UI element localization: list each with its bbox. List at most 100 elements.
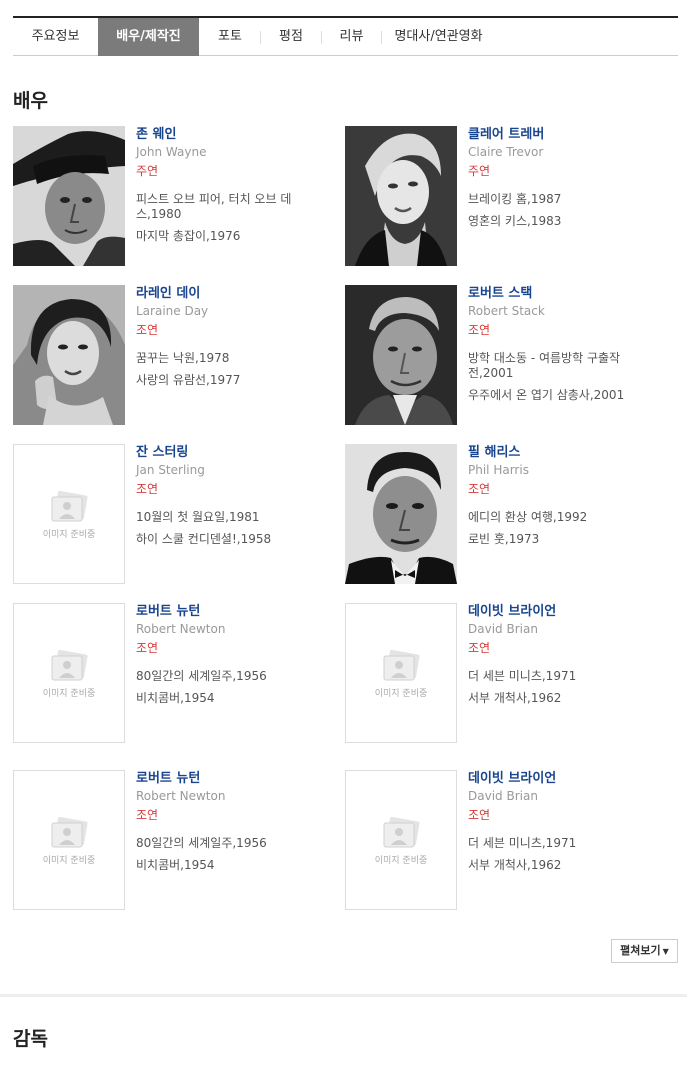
- placeholder-text: 이미지 준비중: [42, 530, 96, 540]
- filmography-item[interactable]: 서부 개척사,1962: [468, 691, 648, 706]
- filmography-item[interactable]: 로빈 훗,1973: [468, 532, 648, 547]
- actor-role: 주연: [468, 164, 491, 178]
- actor-role: 조연: [136, 808, 159, 822]
- section-divider: [0, 994, 687, 997]
- actor-role: 조연: [136, 641, 159, 655]
- filmography-item[interactable]: 우주에서 온 엽기 삼총사,2001: [468, 388, 648, 403]
- actor-name-english: Phil Harris: [468, 463, 529, 477]
- actor-name-english: Jan Sterling: [136, 463, 205, 477]
- actors-section-title: 배우: [13, 90, 48, 112]
- filmography-item[interactable]: 더 세븐 미니츠,1971: [468, 836, 648, 851]
- actor-photo[interactable]: [13, 126, 125, 266]
- actor-info: 필 해리스 Phil Harris 조연 에디의 환상 여행,1992 로빈 훗,…: [468, 444, 648, 554]
- actor-photo[interactable]: [345, 126, 457, 266]
- filmography-item[interactable]: 80일간의 세계일주,1956: [136, 669, 316, 684]
- actor-name[interactable]: 잔 스터링: [136, 444, 316, 461]
- actor-info: 존 웨인 John Wayne 주연 피스트 오브 피어, 터치 오브 데스,1…: [136, 126, 316, 251]
- actor-role: 조연: [468, 482, 491, 496]
- actor-role: 조연: [468, 323, 491, 337]
- filmography-item[interactable]: 10월의 첫 월요일,1981: [136, 510, 316, 525]
- actor-name-english: Laraine Day: [136, 304, 209, 318]
- filmography-item[interactable]: 비치콤버,1954: [136, 691, 316, 706]
- actor-info: 잔 스터링 Jan Sterling 조연 10월의 첫 월요일,1981 하이 …: [136, 444, 316, 554]
- filmography-item[interactable]: 비치콤버,1954: [136, 858, 316, 873]
- actor-photo[interactable]: [345, 444, 457, 584]
- filmography-item[interactable]: 80일간의 세계일주,1956: [136, 836, 316, 851]
- actor-card: 필 해리스 Phil Harris 조연 에디의 환상 여행,1992 로빈 훗,…: [345, 444, 665, 584]
- actor-name[interactable]: 로버트 뉴턴: [136, 603, 316, 620]
- placeholder-text: 이미지 준비중: [374, 856, 428, 866]
- actor-photo-placeholder[interactable]: 이미지 준비중: [13, 770, 125, 910]
- actor-info: 데이빗 브라이언 David Brian 조연 더 세븐 미니츠,1971 서부 …: [468, 770, 648, 880]
- actor-photo-placeholder[interactable]: 이미지 준비중: [345, 770, 457, 910]
- directors-section-title: 감독: [13, 1028, 48, 1050]
- actor-name[interactable]: 데이빗 브라이언: [468, 603, 648, 620]
- filmography-item[interactable]: 사랑의 유람선,1977: [136, 373, 316, 388]
- actor-name-english: David Brian: [468, 789, 538, 803]
- actor-info: 클레어 트레버 Claire Trevor 주연 브레이킹 홈,1987 영혼의 …: [468, 126, 648, 236]
- actor-name[interactable]: 존 웨인: [136, 126, 316, 143]
- placeholder-text: 이미지 준비중: [42, 689, 96, 699]
- actor-photo-placeholder[interactable]: 이미지 준비중: [345, 603, 457, 743]
- actor-info: 라레인 데이 Laraine Day 조연 꿈꾸는 낙원,1978 사랑의 유람선…: [136, 285, 316, 395]
- actor-card: 이미지 준비중 데이빗 브라이언 David Brian 조연 더 세븐 미니츠…: [345, 603, 665, 743]
- image-placeholder-icon: [383, 817, 420, 848]
- actor-photo-placeholder[interactable]: 이미지 준비중: [13, 444, 125, 584]
- actor-card: 클레어 트레버 Claire Trevor 주연 브레이킹 홈,1987 영혼의 …: [345, 126, 665, 266]
- actor-info: 데이빗 브라이언 David Brian 조연 더 세븐 미니츠,1971 서부 …: [468, 603, 648, 713]
- actor-name[interactable]: 로버트 뉴턴: [136, 770, 316, 787]
- filmography-item[interactable]: 방학 대소동 - 여름방학 구출작전,2001: [468, 351, 648, 381]
- placeholder-text: 이미지 준비중: [42, 856, 96, 866]
- actor-info: 로버트 스택 Robert Stack 조연 방학 대소동 - 여름방학 구출작…: [468, 285, 648, 410]
- tab-bar: 주요정보 배우/제작진 포토 평점 리뷰 명대사/연관영화: [13, 16, 678, 56]
- actor-name-english: Robert Newton: [136, 789, 226, 803]
- filmography-item[interactable]: 피스트 오브 피어, 터치 오브 데스,1980: [136, 192, 316, 222]
- actor-info: 로버트 뉴턴 Robert Newton 조연 80일간의 세계일주,1956 비…: [136, 770, 316, 880]
- actor-name-english: David Brian: [468, 622, 538, 636]
- actor-role: 조연: [468, 808, 491, 822]
- actor-role: 조연: [136, 323, 159, 337]
- filmography-item[interactable]: 에디의 환상 여행,1992: [468, 510, 648, 525]
- filmography-item[interactable]: 하이 스쿨 컨디덴셜!,1958: [136, 532, 316, 547]
- actor-name[interactable]: 클레어 트레버: [468, 126, 648, 143]
- tab-review[interactable]: 리뷰: [322, 18, 381, 56]
- actor-photo-placeholder[interactable]: 이미지 준비중: [13, 603, 125, 743]
- actor-role: 주연: [136, 164, 159, 178]
- actor-card: 로버트 스택 Robert Stack 조연 방학 대소동 - 여름방학 구출작…: [345, 285, 665, 425]
- actor-name[interactable]: 데이빗 브라이언: [468, 770, 648, 787]
- image-placeholder-icon: [383, 650, 420, 681]
- actor-photo[interactable]: [345, 285, 457, 425]
- actor-card: 라레인 데이 Laraine Day 조연 꿈꾸는 낙원,1978 사랑의 유람선…: [13, 285, 333, 425]
- filmography-item[interactable]: 마지막 총잡이,1976: [136, 229, 316, 244]
- tab-cast-crew[interactable]: 배우/제작진: [98, 18, 199, 56]
- image-placeholder-icon: [51, 817, 88, 848]
- tab-photo[interactable]: 포토: [199, 18, 261, 56]
- actor-name[interactable]: 로버트 스택: [468, 285, 648, 302]
- actor-card: 존 웨인 John Wayne 주연 피스트 오브 피어, 터치 오브 데스,1…: [13, 126, 333, 266]
- filmography-item[interactable]: 영혼의 키스,1983: [468, 214, 648, 229]
- actor-photo[interactable]: [13, 285, 125, 425]
- tab-rating[interactable]: 평점: [261, 18, 321, 56]
- filmography-item[interactable]: 더 세븐 미니츠,1971: [468, 669, 648, 684]
- actor-info: 로버트 뉴턴 Robert Newton 조연 80일간의 세계일주,1956 비…: [136, 603, 316, 713]
- expand-button[interactable]: 펼쳐보기 ▼: [611, 939, 678, 963]
- actor-name-english: Claire Trevor: [468, 145, 544, 159]
- actor-name[interactable]: 라레인 데이: [136, 285, 316, 302]
- actor-name[interactable]: 필 해리스: [468, 444, 648, 461]
- actor-role: 조연: [468, 641, 491, 655]
- image-placeholder-icon: [51, 650, 88, 681]
- filmography-item[interactable]: 꿈꾸는 낙원,1978: [136, 351, 316, 366]
- actor-card: 이미지 준비중 로버트 뉴턴 Robert Newton 조연 80일간의 세계…: [13, 770, 333, 910]
- tab-quotes-related[interactable]: 명대사/연관영화: [382, 18, 495, 56]
- image-placeholder-icon: [51, 491, 88, 522]
- actor-role: 조연: [136, 482, 159, 496]
- tab-main-info[interactable]: 주요정보: [13, 18, 98, 56]
- filmography-item[interactable]: 브레이킹 홈,1987: [468, 192, 648, 207]
- actor-card: 이미지 준비중 로버트 뉴턴 Robert Newton 조연 80일간의 세계…: [13, 603, 333, 743]
- filmography-item[interactable]: 서부 개척사,1962: [468, 858, 648, 873]
- placeholder-text: 이미지 준비중: [374, 689, 428, 699]
- actor-name-english: Robert Newton: [136, 622, 226, 636]
- actor-card: 이미지 준비중 잔 스터링 Jan Sterling 조연 10월의 첫 월요일…: [13, 444, 333, 584]
- actor-name-english: John Wayne: [136, 145, 207, 159]
- caret-down-icon: ▼: [662, 947, 669, 956]
